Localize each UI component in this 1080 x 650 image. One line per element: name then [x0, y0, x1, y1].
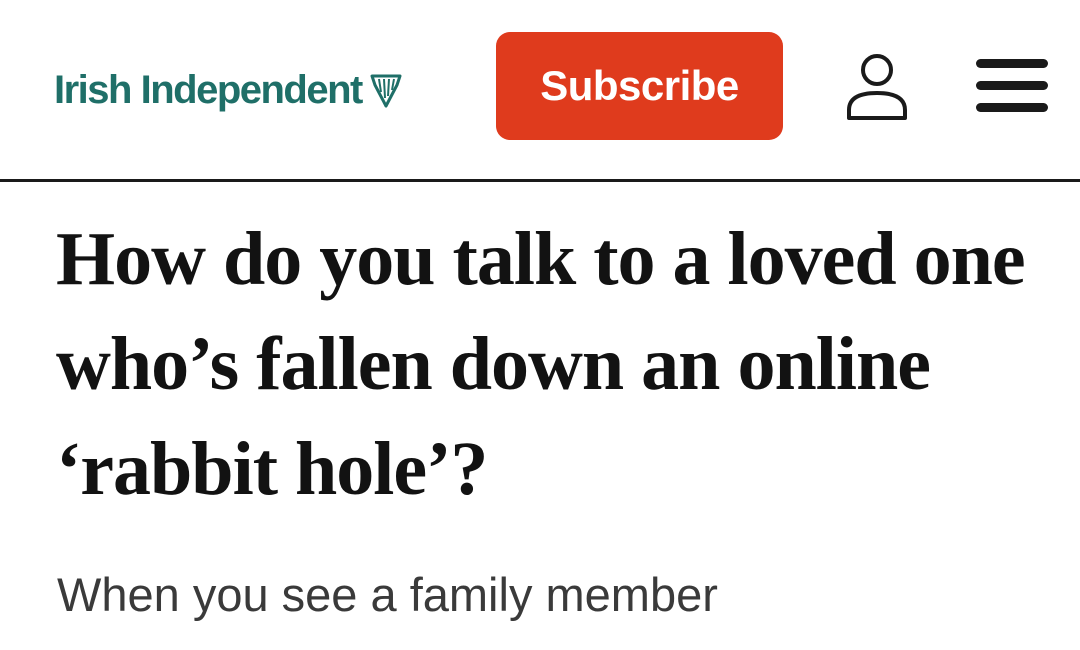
logo-text: Irish Independent	[54, 68, 363, 112]
harp-icon	[370, 74, 402, 108]
article-headline: How do you talk to a loved one who’s fal…	[56, 217, 1026, 511]
article-page: Irish Independent Subscribe How do you t…	[0, 0, 1080, 650]
article-standfirst: When you see a family member	[57, 568, 718, 621]
site-header: Irish Independent Subscribe	[0, 0, 1080, 182]
subscribe-button[interactable]: Subscribe	[496, 32, 783, 140]
hamburger-menu-icon[interactable]	[972, 55, 1052, 117]
user-icon[interactable]	[840, 50, 914, 124]
subscribe-label: Subscribe	[540, 62, 739, 109]
site-logo[interactable]: Irish Independent	[54, 70, 404, 110]
